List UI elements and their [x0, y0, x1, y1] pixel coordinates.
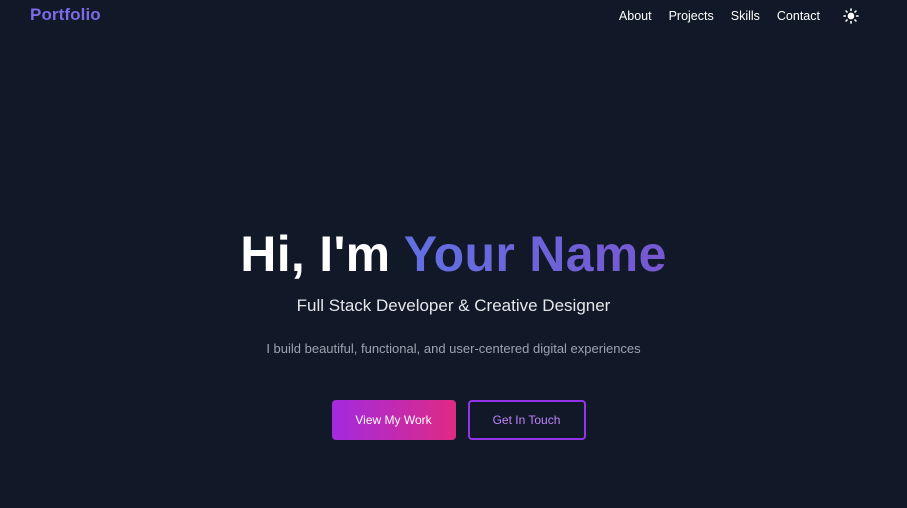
- nav-link-skills[interactable]: Skills: [731, 9, 760, 23]
- hero-title: Hi, I'm Your Name: [0, 222, 907, 286]
- get-in-touch-button[interactable]: Get In Touch: [467, 400, 586, 440]
- sun-icon: [843, 8, 859, 24]
- navbar: Portfolio About Projects Skills Contact: [0, 0, 907, 32]
- hero-subtitle: Full Stack Developer & Creative Designer: [296, 296, 611, 315]
- view-my-work-button[interactable]: View My Work: [331, 400, 456, 440]
- portfolio-page: Portfolio About Projects Skills Contact: [0, 0, 907, 508]
- nav-link-about[interactable]: About: [619, 9, 652, 23]
- theme-toggle-button[interactable]: [840, 5, 862, 27]
- hero-buttons: View My Work Get In Touch: [0, 400, 907, 440]
- nav-link-contact[interactable]: Contact: [777, 9, 820, 23]
- logo-link[interactable]: Portfolio: [30, 5, 101, 25]
- nav-link-projects[interactable]: Projects: [669, 9, 714, 23]
- hero-greeting: Hi, I'm: [240, 226, 404, 282]
- nav-links: About Projects Skills Contact: [602, 0, 862, 32]
- hero-name: Your Name: [403, 226, 667, 282]
- hero-description: I build beautiful, functional, and user-…: [266, 341, 641, 356]
- hero-section: Hi, I'm Your Name Full Stack Developer &…: [0, 222, 907, 359]
